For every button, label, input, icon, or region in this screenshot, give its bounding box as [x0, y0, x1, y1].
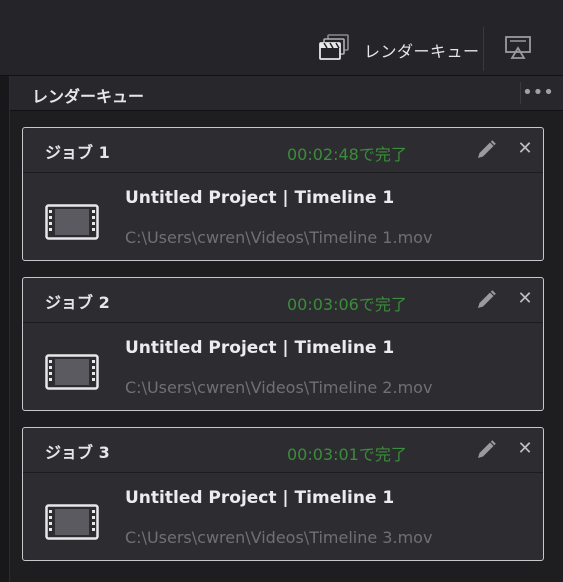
job-project-title: Untitled Project | Timeline 1 [125, 338, 395, 358]
job-header: ジョブ 2 00:03:06で完了 ✕ [23, 278, 543, 323]
job-header: ジョブ 1 00:02:48で完了 ✕ [23, 128, 543, 173]
viewer-button[interactable] [500, 34, 536, 66]
close-icon[interactable]: ✕ [515, 287, 535, 311]
job-project-title: Untitled Project | Timeline 1 [125, 488, 395, 508]
top-toolbar: レンダーキュー [0, 0, 563, 76]
render-job-card[interactable]: ジョブ 1 00:02:48で完了 ✕ Untitled Project | T… [22, 127, 544, 261]
film-strip-icon [45, 504, 99, 540]
more-options-icon[interactable]: ••• [520, 82, 555, 104]
film-strip-icon [45, 204, 99, 240]
job-project-title: Untitled Project | Timeline 1 [125, 188, 395, 208]
pencil-icon[interactable] [474, 288, 498, 312]
job-name: ジョブ 1 [45, 143, 110, 162]
left-panel-edge [0, 76, 10, 582]
toolbar-divider [483, 27, 484, 71]
display-viewer-icon [504, 35, 532, 65]
job-header: ジョブ 3 00:03:01で完了 ✕ [23, 428, 543, 473]
close-icon[interactable]: ✕ [515, 437, 535, 461]
job-status: 00:03:06で完了 [287, 295, 407, 314]
job-output-path: C:\Users\cwren\Videos\Timeline 3.mov [125, 528, 433, 547]
render-queue-panel-header: レンダーキュー ••• [10, 76, 563, 111]
job-status: 00:03:01で完了 [287, 445, 407, 464]
clapperboard-stack-icon [318, 33, 350, 67]
job-name: ジョブ 2 [45, 293, 110, 312]
job-name: ジョブ 3 [45, 443, 110, 462]
render-job-card[interactable]: ジョブ 3 00:03:01で完了 ✕ Untitled Project | T… [22, 427, 544, 561]
render-queue-label: レンダーキュー [364, 42, 480, 61]
job-output-path: C:\Users\cwren\Videos\Timeline 2.mov [125, 378, 433, 397]
pencil-icon[interactable] [474, 138, 498, 162]
job-status: 00:02:48で完了 [287, 145, 407, 164]
close-icon[interactable]: ✕ [515, 137, 535, 161]
render-job-card[interactable]: ジョブ 2 00:03:06で完了 ✕ Untitled Project | T… [22, 277, 544, 411]
film-strip-icon [45, 354, 99, 390]
panel-title: レンダーキュー [32, 87, 145, 106]
job-output-path: C:\Users\cwren\Videos\Timeline 1.mov [125, 228, 433, 247]
render-queue-button[interactable]: レンダーキュー [318, 34, 480, 66]
pencil-icon[interactable] [474, 438, 498, 462]
